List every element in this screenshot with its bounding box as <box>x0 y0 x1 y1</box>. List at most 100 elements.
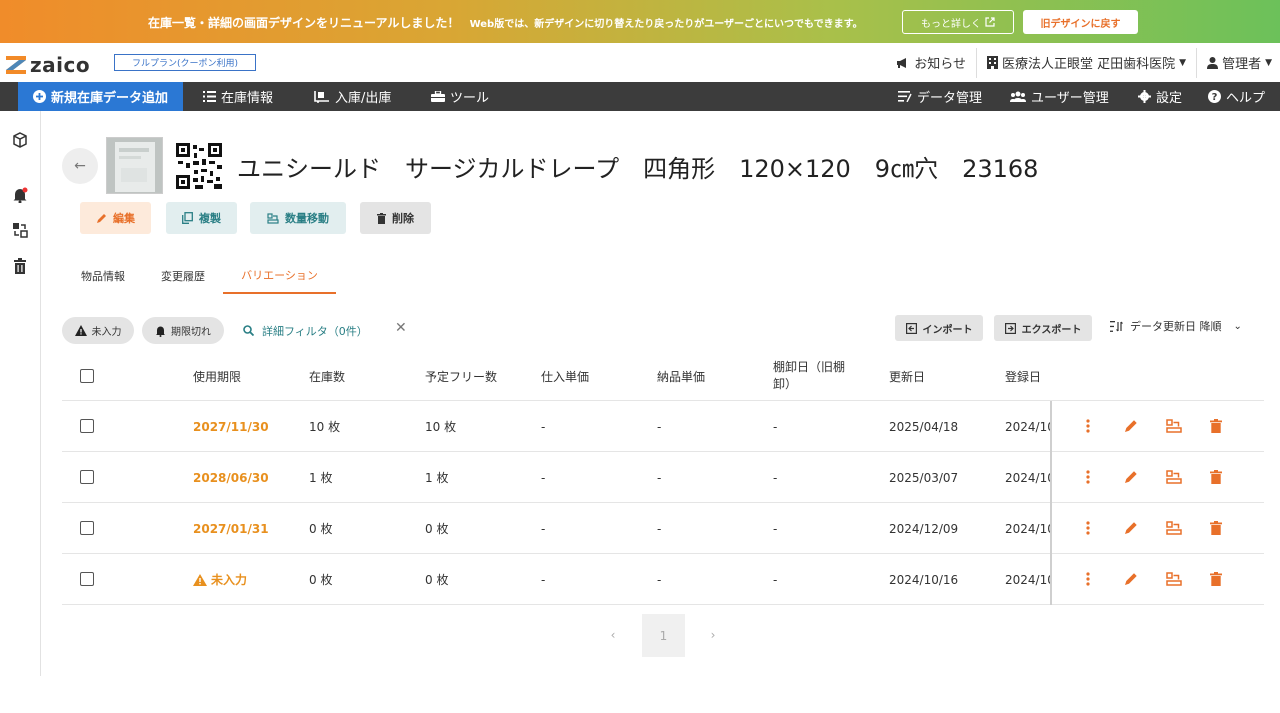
header-expiry[interactable]: 使用期限 <box>193 351 241 401</box>
sort-lines-icon <box>898 91 912 102</box>
nav-data-management[interactable]: データ管理 <box>898 82 982 111</box>
nav-settings[interactable]: 設定 <box>1138 82 1182 111</box>
import-label: インポート <box>922 324 973 336</box>
nav-tools[interactable]: ツール <box>431 82 489 111</box>
table-row[interactable]: 2028/06/30 1 枚 1 枚 - - - 2025/03/07 2024… <box>62 452 1264 503</box>
row-checkbox[interactable] <box>80 572 94 586</box>
tab-variation[interactable]: バリエーション <box>223 258 336 294</box>
pencil-icon[interactable] <box>1123 469 1139 485</box>
header-free[interactable]: 予定フリー数 <box>425 351 497 401</box>
sort-selector[interactable]: データ更新日 降順 ⌄ <box>1110 318 1242 334</box>
header-inventory-date[interactable]: 棚卸日（旧棚 卸） <box>773 351 845 401</box>
header-registered[interactable]: 登録日 <box>1005 351 1041 401</box>
copy-button[interactable]: 複製 <box>166 202 237 234</box>
help-icon: ? <box>1208 90 1221 103</box>
pencil-icon[interactable] <box>1123 418 1139 434</box>
header-updated[interactable]: 更新日 <box>889 351 925 401</box>
box-icon[interactable] <box>11 131 29 149</box>
nav-inventory[interactable]: 在庫情報 <box>203 82 273 111</box>
current-page[interactable]: 1 <box>642 614 685 657</box>
inventory-cell: - <box>773 419 778 434</box>
pencil-icon[interactable] <box>1123 571 1139 587</box>
delivery-cell: - <box>657 470 662 485</box>
top-header: zaico フルプラン(クーポン利用) お知らせ 医療法人正眼堂 疋田歯科医院 … <box>0 43 1280 82</box>
gear-icon <box>1138 90 1151 103</box>
pencil-icon[interactable] <box>1123 520 1139 536</box>
banner-text: 在庫一覧・詳細の画面デザインをリニューアルしました！ Web版では、新デザインに… <box>148 14 863 31</box>
news-link[interactable]: お知らせ <box>886 43 976 82</box>
table-row[interactable]: 2027/01/31 0 枚 0 枚 - - - 2024/12/09 2024… <box>62 503 1264 554</box>
expiry-link[interactable]: 2027/01/31 <box>193 503 269 554</box>
dolly-icon <box>314 90 329 103</box>
user-name: 管理者 <box>1222 57 1262 72</box>
table-row[interactable]: 2027/11/30 10 枚 10 枚 - - - 2025/04/18 20… <box>62 401 1264 452</box>
more-vertical-icon[interactable] <box>1080 469 1096 485</box>
item-image[interactable] <box>106 137 163 194</box>
back-button[interactable]: ← <box>62 148 98 184</box>
import-button[interactable]: インポート <box>895 315 983 341</box>
header-stock[interactable]: 在庫数 <box>309 351 345 401</box>
revert-design-button[interactable]: 旧デザインに戻す <box>1023 10 1138 34</box>
caret-down-icon: ▼ <box>1179 57 1187 68</box>
inventory-cell: - <box>773 470 778 485</box>
header-purchase-price[interactable]: 仕入単価 <box>541 351 589 401</box>
nav-tools-label: ツール <box>450 91 490 106</box>
expiry-link[interactable]: 2028/06/30 <box>193 452 269 503</box>
edit-button[interactable]: 編集 <box>80 202 151 234</box>
delete-label: 削除 <box>392 212 414 225</box>
chevron-down-icon: ⌄ <box>1233 320 1242 332</box>
tab-history[interactable]: 変更履歴 <box>144 258 222 294</box>
clear-filter-icon[interactable]: ✕ <box>395 320 407 336</box>
nav-help[interactable]: ? ヘルプ <box>1208 82 1265 111</box>
select-all-checkbox[interactable] <box>80 369 94 383</box>
prev-page-icon[interactable]: ‹ <box>604 614 622 656</box>
user-menu[interactable]: 管理者 ▼ <box>1197 43 1280 82</box>
nav-inout[interactable]: 入庫/出庫 <box>314 82 391 111</box>
more-vertical-icon[interactable] <box>1080 418 1096 434</box>
new-item-button[interactable]: 新規在庫データ追加 <box>18 82 183 111</box>
move-quantity-button[interactable]: 数量移動 <box>250 202 346 234</box>
not-entered-filter-chip[interactable]: 未入力 <box>62 317 134 344</box>
trash-icon[interactable] <box>11 257 29 275</box>
move-quantity-icon[interactable] <box>1166 418 1182 434</box>
megaphone-icon <box>897 57 907 68</box>
nav-inout-label: 入庫/出庫 <box>335 91 392 106</box>
banner-message: 在庫一覧・詳細の画面デザインをリニューアルしました！ <box>148 16 460 30</box>
expired-label: 期限切れ <box>171 327 211 338</box>
free-cell: 0 枚 <box>425 522 449 536</box>
trash-icon[interactable] <box>1208 469 1224 485</box>
bell-icon[interactable] <box>11 186 29 204</box>
trash-icon[interactable] <box>1208 520 1224 536</box>
more-vertical-icon[interactable] <box>1080 571 1096 587</box>
registered-cell: 2024/10 <box>1005 419 1050 434</box>
header-delivery-price[interactable]: 納品単価 <box>657 351 705 401</box>
trash-icon[interactable] <box>1208 571 1224 587</box>
qr-code-icon[interactable] <box>176 143 222 189</box>
more-vertical-icon[interactable] <box>1080 520 1096 536</box>
table-row[interactable]: 未入力 0 枚 0 枚 - - - 2024/10/16 2024/10 <box>62 554 1264 605</box>
transfer-icon[interactable] <box>11 221 29 239</box>
detail-filter-button[interactable]: 詳細フィルタ（0件） <box>243 317 368 344</box>
org-selector[interactable]: 医療法人正眼堂 疋田歯科医院 ▼ <box>977 43 1196 82</box>
logo-text: zaico <box>30 53 91 77</box>
expiry-link[interactable]: 未入力 <box>193 554 247 605</box>
expired-filter-chip[interactable]: 期限切れ <box>142 317 224 344</box>
tab-item-info[interactable]: 物品情報 <box>62 258 144 294</box>
expiry-link[interactable]: 2027/11/30 <box>193 401 269 452</box>
delete-button[interactable]: 削除 <box>360 202 431 234</box>
next-page-icon[interactable]: › <box>704 614 722 656</box>
row-checkbox[interactable] <box>80 419 94 433</box>
trash-icon[interactable] <box>1208 418 1224 434</box>
export-button[interactable]: エクスポート <box>994 315 1092 341</box>
updated-cell: 2025/03/07 <box>889 470 959 485</box>
move-quantity-icon[interactable] <box>1166 571 1182 587</box>
search-icon <box>243 325 254 336</box>
move-quantity-icon[interactable] <box>1166 469 1182 485</box>
more-details-button[interactable]: もっと詳しく <box>902 10 1014 34</box>
nav-user-management[interactable]: ユーザー管理 <box>1010 82 1109 111</box>
row-checkbox[interactable] <box>80 470 94 484</box>
import-icon <box>905 322 917 334</box>
zaico-logo[interactable]: zaico <box>6 53 90 77</box>
row-checkbox[interactable] <box>80 521 94 535</box>
move-quantity-icon[interactable] <box>1166 520 1182 536</box>
